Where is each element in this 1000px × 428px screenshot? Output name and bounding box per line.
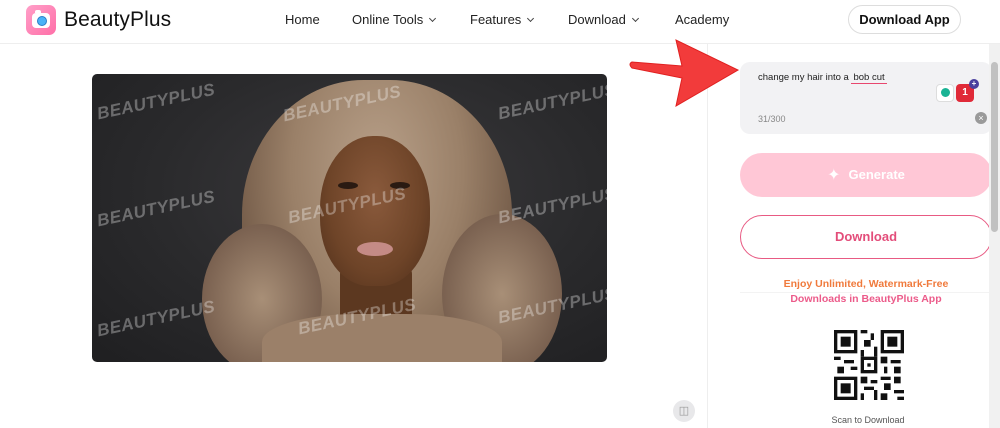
portrait-eye	[338, 182, 358, 189]
chevron-down-icon	[631, 14, 639, 23]
nav-online-tools[interactable]: Online Tools	[352, 12, 437, 27]
prompt-text-prefix: change my hair into a	[758, 72, 852, 83]
character-counter: 31/300	[758, 114, 786, 124]
speaker-icon[interactable]: ◫	[673, 400, 695, 422]
nav-features[interactable]: Features	[470, 12, 535, 27]
download-button[interactable]: Download	[740, 215, 992, 259]
qr-code-icon	[834, 330, 904, 400]
result-image: BEAUTYPLUS BEAUTYPLUS BEAUTYPLUS BEAUTYP…	[92, 74, 607, 362]
nav-academy[interactable]: Academy	[675, 12, 729, 27]
qr-code	[834, 330, 904, 400]
portrait-lips	[357, 242, 393, 256]
generate-button[interactable]: ✦ Generate	[740, 153, 992, 197]
chevron-down-icon	[527, 14, 535, 23]
promo-line-2: Downloads in BeautyPlus App	[790, 293, 942, 305]
scan-label: Scan to Download	[831, 415, 905, 425]
prompt-input[interactable]: change my hair into a bob cut 1 31/300 ×	[740, 62, 992, 134]
grammar-extension-icon[interactable]	[936, 84, 954, 102]
nav-download[interactable]: Download	[568, 12, 639, 27]
sparkle-icon: ✦	[827, 167, 841, 184]
watermark-text: BEAUTYPLUS	[95, 186, 217, 231]
generate-label: Generate	[848, 167, 905, 182]
chevron-down-icon	[429, 14, 437, 23]
scrollbar-thumb[interactable]	[991, 62, 998, 232]
clear-icon[interactable]: ×	[975, 112, 987, 124]
extension-badge-icon[interactable]: 1	[956, 79, 979, 102]
prompt-text: change my hair into a bob cut	[758, 72, 887, 84]
download-app-button[interactable]: Download App	[848, 5, 961, 34]
red-arrow-icon	[629, 39, 740, 107]
watermark-text: BEAUTYPLUS	[496, 183, 607, 228]
prompt-highlight: bob cut	[851, 72, 887, 84]
watermark-text: BEAUTYPLUS	[95, 79, 217, 124]
top-header: BeautyPlus Home Online Tools Features Do…	[0, 0, 1000, 44]
promo-text: Enjoy Unlimited, Watermark-Free Download…	[740, 277, 992, 307]
nav-home[interactable]: Home	[285, 12, 320, 27]
watermark-text: BEAUTYPLUS	[95, 296, 217, 341]
watermark-text: BEAUTYPLUS	[496, 79, 607, 124]
promo-line-1: Enjoy Unlimited, Watermark-Free	[783, 278, 949, 290]
